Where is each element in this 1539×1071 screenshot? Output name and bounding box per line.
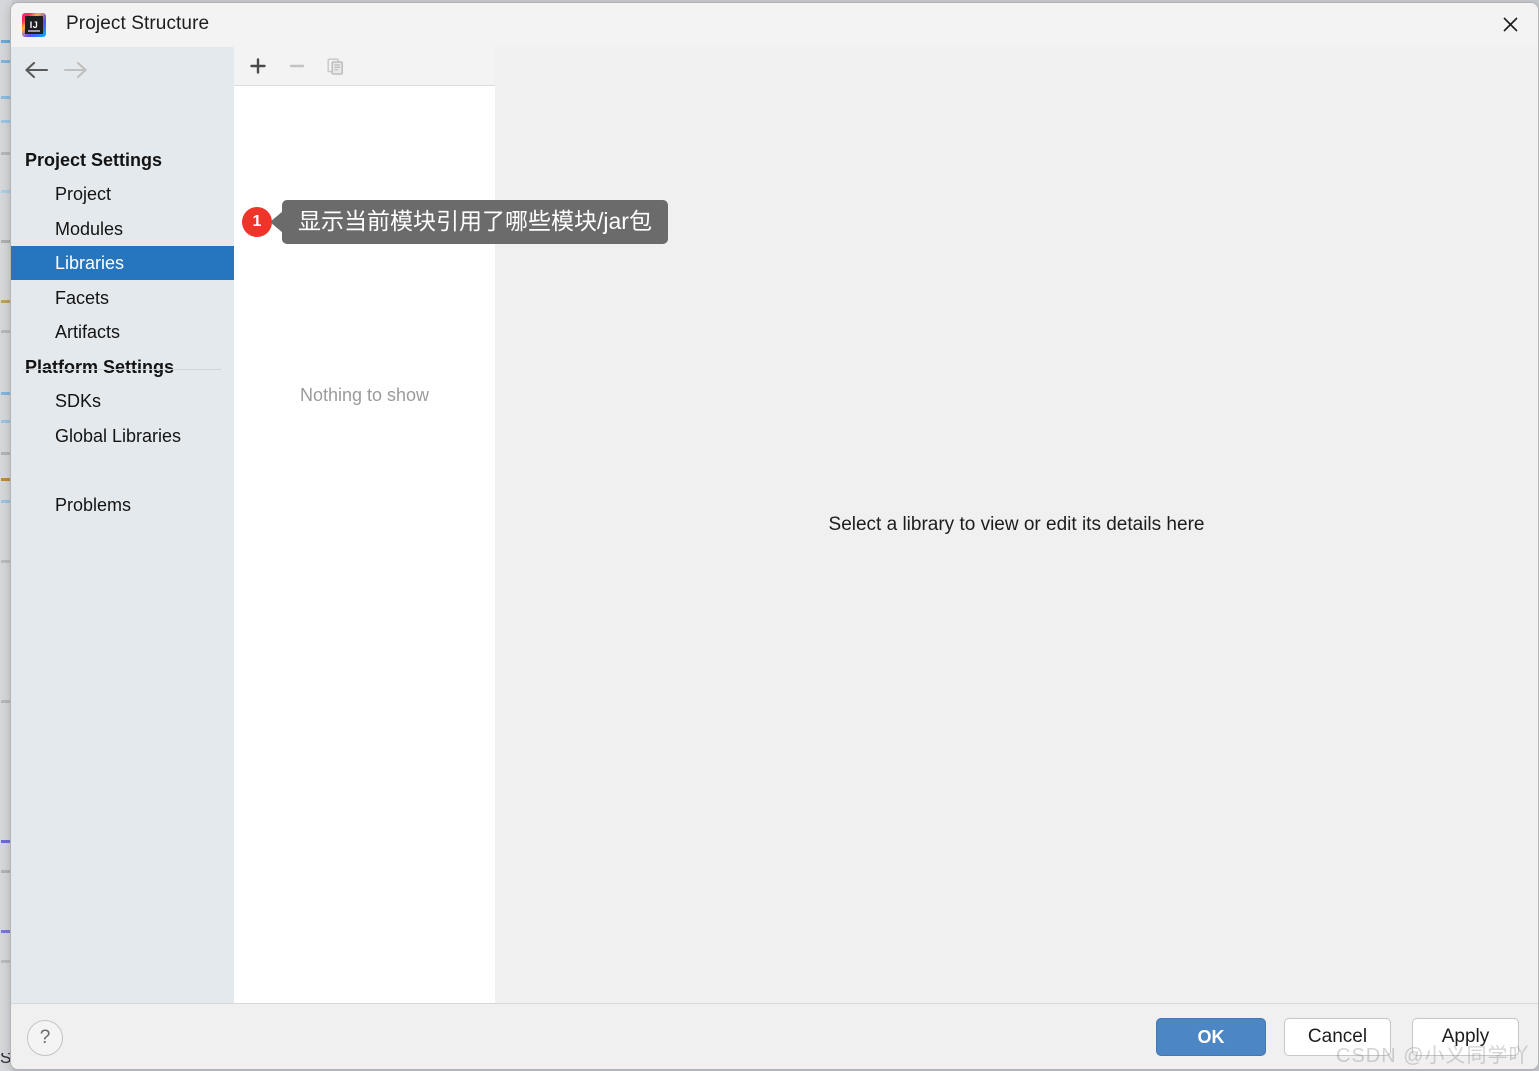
- add-icon[interactable]: [243, 51, 273, 81]
- sidebar-nav-arrows: [11, 49, 234, 91]
- project-structure-dialog: IJ Project Structure Project Settings Pr…: [10, 2, 1539, 1070]
- help-icon[interactable]: ?: [27, 1020, 63, 1056]
- libraries-toolbar: [234, 47, 495, 86]
- dialog-title: Project Structure: [66, 13, 210, 34]
- sidebar-item-modules[interactable]: Modules: [11, 212, 234, 246]
- libraries-list-panel: Nothing to show: [234, 47, 496, 1003]
- dialog-titlebar: IJ Project Structure: [11, 3, 1538, 48]
- cancel-button[interactable]: Cancel: [1284, 1018, 1391, 1056]
- remove-icon: [282, 51, 312, 81]
- sidebar-item-artifacts[interactable]: Artifacts: [11, 315, 234, 349]
- settings-sidebar: Project Settings Project Modules Librari…: [11, 47, 235, 1003]
- sidebar-group-project-settings: Project Settings: [25, 149, 163, 170]
- empty-list-message: Nothing to show: [299, 385, 430, 405]
- sidebar-group-platform-settings: Platform Settings: [25, 356, 175, 377]
- forward-arrow-icon[interactable]: [61, 57, 91, 83]
- sidebar-item-libraries[interactable]: Libraries: [11, 246, 234, 280]
- sidebar-item-global-libraries[interactable]: Global Libraries: [11, 419, 234, 453]
- close-icon[interactable]: [1482, 3, 1538, 46]
- library-detail-panel: Select a library to view or edit its det…: [495, 47, 1538, 1003]
- sidebar-item-sdks[interactable]: SDKs: [11, 384, 234, 418]
- dialog-footer: ? OK Cancel Apply: [11, 1003, 1538, 1069]
- back-arrow-icon[interactable]: [21, 57, 51, 83]
- sidebar-item-facets[interactable]: Facets: [11, 281, 234, 315]
- sidebar-item-problems[interactable]: Problems: [11, 488, 234, 522]
- sidebar-item-project[interactable]: Project: [11, 177, 234, 211]
- callout-badge-number: 1: [242, 207, 272, 237]
- detail-placeholder-text: Select a library to view or edit its det…: [828, 514, 1205, 535]
- annotation-callout: 1 显示当前模块引用了哪些模块/jar包: [242, 199, 668, 245]
- apply-button[interactable]: Apply: [1412, 1018, 1519, 1056]
- app-icon-underbar: [28, 30, 40, 32]
- sidebar-divider: [23, 369, 221, 370]
- intellij-idea-icon: IJ: [22, 13, 46, 37]
- copy-icon: [320, 51, 350, 81]
- ok-button[interactable]: OK: [1156, 1018, 1266, 1056]
- callout-text: 显示当前模块引用了哪些模块/jar包: [282, 199, 668, 245]
